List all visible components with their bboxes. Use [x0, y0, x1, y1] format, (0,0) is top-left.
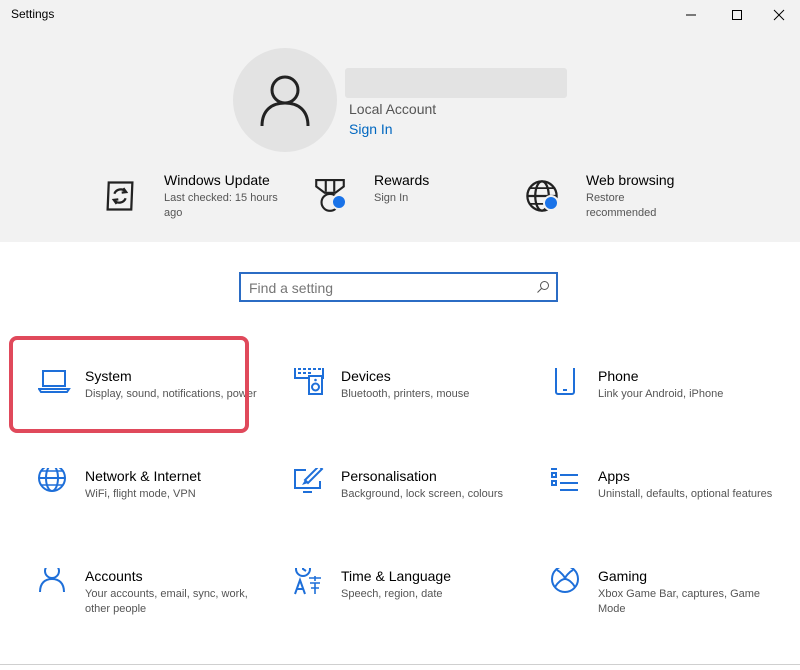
close-button[interactable]: [756, 0, 800, 30]
refresh-icon: [106, 181, 134, 211]
maximize-icon: [732, 10, 742, 20]
maximize-button[interactable]: [714, 0, 760, 30]
window-title: Settings: [11, 7, 55, 21]
person-icon: [260, 75, 310, 127]
minimize-icon: [686, 14, 696, 16]
minimize-button[interactable]: [668, 0, 714, 30]
tile-title: Gaming: [598, 568, 648, 584]
tile-description: Bluetooth, printers, mouse: [341, 388, 470, 400]
quick-link-subtitle: Restore recommended: [586, 192, 657, 219]
tile-description: Speech, region, date: [341, 588, 443, 600]
title-bar: Settings: [0, 0, 800, 30]
tile-title: Phone: [598, 368, 639, 384]
quick-link-title: Windows Update: [164, 172, 270, 188]
tile-description: WiFi, flight mode, VPN: [85, 488, 196, 500]
search-box[interactable]: [239, 272, 558, 302]
selection-highlight: [9, 336, 249, 433]
tile-description: Your accounts, email, sync, work, other …: [85, 588, 248, 615]
xbox-icon: [551, 568, 579, 593]
quick-link-subtitle: Last checked: 15 hours ago: [164, 192, 278, 219]
divider: [0, 664, 800, 665]
tile-devices[interactable]: Devices Bluetooth, printers, mouse: [294, 368, 534, 458]
quick-link-title: Rewards: [374, 172, 430, 188]
search-input[interactable]: [249, 279, 519, 297]
close-icon: [773, 9, 785, 21]
search-icon[interactable]: [536, 280, 550, 294]
keyboard-speaker-icon: [294, 368, 324, 395]
account-name-placeholder: [345, 68, 567, 98]
phone-icon: [555, 368, 575, 395]
notification-dot: [331, 194, 347, 210]
tile-apps[interactable]: Apps Uninstall, defaults, optional featu…: [551, 468, 791, 558]
tile-time-language[interactable]: Time & Language Speech, region, date: [294, 568, 534, 658]
tile-accounts[interactable]: Accounts Your accounts, email, sync, wor…: [38, 568, 278, 658]
person-icon: [39, 568, 65, 593]
tile-title: Apps: [598, 468, 630, 484]
app-list-icon: [551, 468, 578, 491]
tile-title: Time & Language: [341, 568, 451, 584]
tile-description: Background, lock screen, colours: [341, 488, 504, 500]
quick-link-title: Web browsing: [586, 172, 675, 188]
tile-title: Personalisation: [341, 468, 437, 484]
tile-description: Link your Android, iPhone: [598, 388, 724, 400]
tile-personalisation[interactable]: Personalisation Background, lock screen,…: [294, 468, 534, 558]
paint-brush-icon: [294, 468, 324, 493]
tile-title: Accounts: [85, 568, 143, 584]
quick-link-subtitle: Sign In: [374, 192, 409, 204]
tile-title: Network & Internet: [85, 468, 201, 484]
avatar[interactable]: [233, 48, 337, 152]
globe-icon: [38, 468, 66, 492]
language-icon: [294, 568, 321, 595]
notification-dot: [543, 195, 559, 211]
tile-description: Xbox Game Bar, captures, Game Mode: [598, 588, 761, 615]
sign-in-link[interactable]: Sign In: [349, 121, 393, 137]
tile-phone[interactable]: Phone Link your Android, iPhone: [551, 368, 791, 458]
tile-description: Uninstall, defaults, optional features: [598, 488, 773, 500]
tile-network-internet[interactable]: Network & Internet WiFi, flight mode, VP…: [38, 468, 278, 558]
account-type: Local Account: [349, 101, 437, 117]
tile-gaming[interactable]: Gaming Xbox Game Bar, captures, Game Mod…: [551, 568, 791, 658]
tile-title: Devices: [341, 368, 391, 384]
